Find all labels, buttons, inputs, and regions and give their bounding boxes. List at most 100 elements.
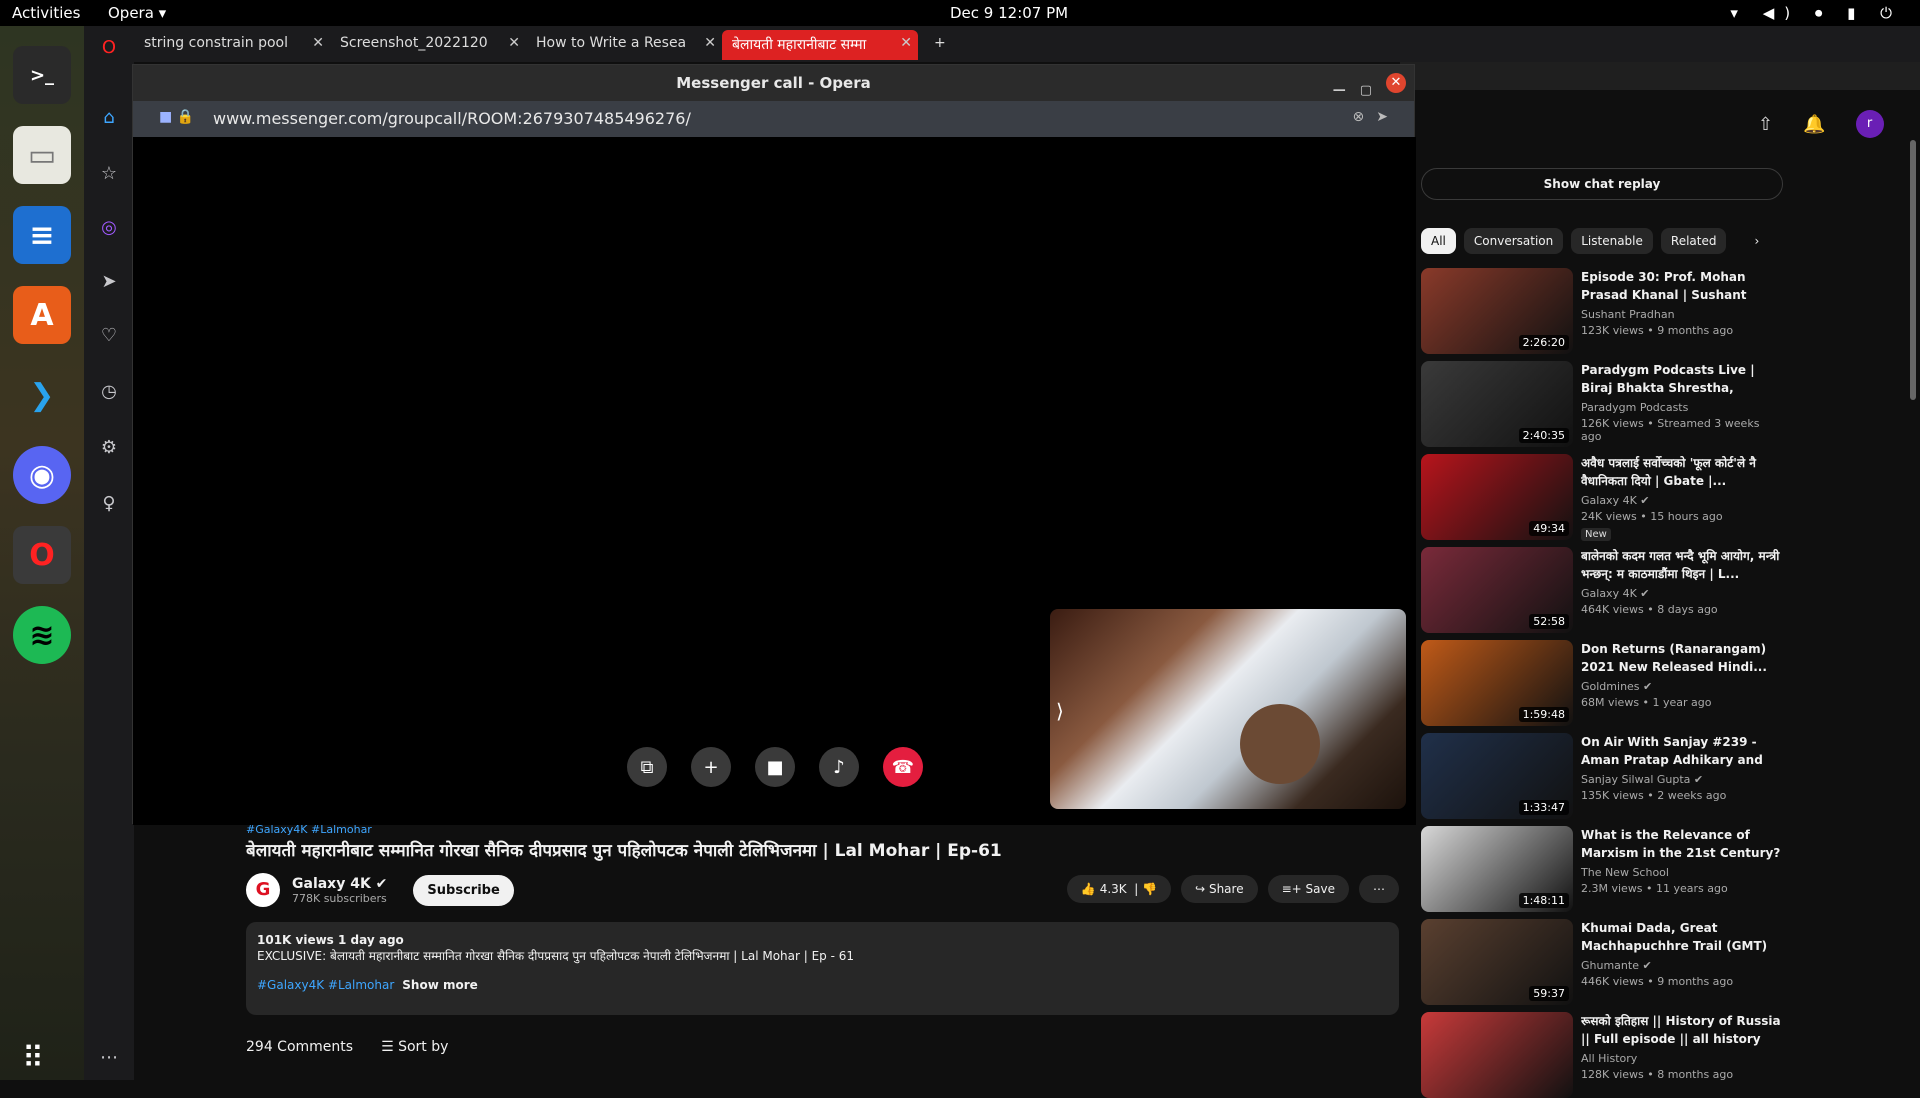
avatar[interactable]: r: [1855, 110, 1884, 138]
scrollbar[interactable]: [1910, 140, 1916, 400]
activities-button[interactable]: Activities: [12, 4, 80, 22]
app-grid-icon[interactable]: ⠿: [22, 1041, 62, 1081]
video-duration: 2:26:20: [1518, 335, 1569, 350]
subscribe-button[interactable]: Subscribe: [413, 874, 514, 906]
recommendation-title[interactable]: On Air With Sanjay #239 - Aman Pratap Ad…: [1581, 733, 1781, 769]
description-text: EXCLUSIVE: बेलायती महारानीबाट सम्मानित ग…: [257, 949, 855, 963]
sort-button[interactable]: ☰ Sort by: [381, 1039, 448, 1055]
channel-name[interactable]: Galaxy 4K ✔: [292, 876, 387, 892]
recommendation-title[interactable]: रूसको इतिहास || History of Russia || Ful…: [1581, 1012, 1781, 1048]
close-icon[interactable]: ✕: [312, 35, 324, 51]
end-call-icon[interactable]: ☎: [883, 747, 923, 787]
video-thumbnail[interactable]: 59:37: [1421, 919, 1573, 1005]
recommendation-channel: Ghumante ✔: [1581, 959, 1652, 972]
description-box[interactable]: 101K views 1 day ago EXCLUSIVE: बेलायती …: [246, 922, 1399, 1015]
show-chat-replay-button[interactable]: Show chat replay: [1421, 168, 1783, 200]
recommendation-title[interactable]: अवैध पत्रलाई सर्वोच्चको 'फूल कोर्ट'ले नै…: [1581, 454, 1781, 490]
video-thumbnail[interactable]: [1421, 1012, 1573, 1098]
video-camera-icon[interactable]: ■: [755, 747, 795, 787]
close-icon[interactable]: ✕: [704, 35, 716, 51]
recommendation-item[interactable]: 59:37 Khumai Dada, Great Machhapuchhre Tr…: [1421, 919, 1783, 1005]
more-actions-button[interactable]: ⋯: [1359, 875, 1399, 903]
address-actions[interactable]: ⊗➤: [1353, 109, 1400, 125]
microphone-icon[interactable]: ♪: [819, 747, 859, 787]
video-thumbnail[interactable]: 49:34: [1421, 454, 1573, 540]
new-tab-button[interactable]: +: [924, 30, 954, 60]
recommendation-item[interactable]: 1:59:48 Don Returns (Ranarangam) 2021 New…: [1421, 640, 1783, 726]
recommendation-title[interactable]: Don Returns (Ranarangam) 2021 New Releas…: [1581, 640, 1781, 676]
screen-share-icon[interactable]: ⧉: [627, 747, 667, 787]
share-label: Share: [1208, 882, 1244, 896]
description-tags[interactable]: #Galaxy4K #Lalmohar: [257, 978, 394, 992]
add-person-icon[interactable]: +: [691, 747, 731, 787]
recommendation-title[interactable]: Episode 30: Prof. Mohan Prasad Khanal | …: [1581, 268, 1781, 304]
save-button[interactable]: ≡+ Save: [1267, 875, 1349, 903]
clock[interactable]: Dec 9 12:07 PM: [950, 4, 1068, 22]
window-titlebar[interactable]: Messenger call - Opera — ▢ ✕: [133, 65, 1414, 101]
close-icon[interactable]: ✕: [1386, 73, 1406, 93]
video-thumbnail[interactable]: 1:48:11: [1421, 826, 1573, 912]
terminal-icon[interactable]: >_: [13, 46, 71, 104]
history-icon[interactable]: ◷: [97, 380, 121, 404]
chevron-right-icon[interactable]: ⟩: [1056, 699, 1064, 723]
recommendation-meta: 2.3M views • 11 years ago: [1581, 882, 1728, 895]
close-icon[interactable]: ✕: [508, 35, 520, 51]
opera-menu-icon[interactable]: O: [97, 36, 121, 60]
video-thumbnail[interactable]: 2:40:35: [1421, 361, 1573, 447]
recommendation-title[interactable]: बालेनको कदम गलत भन्दै भूमि आयोग, मन्त्री…: [1581, 547, 1781, 583]
chip-related[interactable]: Related: [1660, 228, 1727, 254]
video-duration: 1:59:48: [1518, 707, 1569, 722]
recommendation-title[interactable]: Paradygm Podcasts Live | Biraj Bhakta Sh…: [1581, 361, 1781, 397]
upload-icon[interactable]: ⇧: [1758, 114, 1773, 135]
close-icon[interactable]: ✕: [900, 35, 912, 51]
bell-icon[interactable]: 🔔: [1803, 114, 1825, 135]
send-icon[interactable]: ➤: [97, 270, 121, 294]
video-thumbnail[interactable]: 1:33:47: [1421, 733, 1573, 819]
vscode-icon[interactable]: ❯: [13, 366, 71, 424]
settings-icon[interactable]: ⚙: [97, 436, 121, 460]
recommendation-title[interactable]: Khumai Dada, Great Machhapuchhre Trail (…: [1581, 919, 1781, 955]
software-center-icon[interactable]: A: [13, 286, 71, 344]
app-menu[interactable]: Opera ▾: [108, 4, 166, 22]
heart-icon[interactable]: ♡: [97, 324, 121, 348]
video-thumbnail[interactable]: 2:26:20: [1421, 268, 1573, 354]
chevron-right-icon[interactable]: ›: [1748, 228, 1765, 254]
like-button[interactable]: 👍 4.3K | 👎: [1066, 875, 1172, 903]
chip-conversation[interactable]: Conversation: [1463, 228, 1564, 254]
opera-icon[interactable]: O: [13, 526, 71, 584]
recommendation-item[interactable]: रूसको इतिहास || History of Russia || Ful…: [1421, 1012, 1783, 1098]
self-camera-preview[interactable]: ⟩: [1050, 609, 1406, 809]
share-button[interactable]: ↪ Share: [1181, 875, 1258, 903]
tab[interactable]: string constrain pool ✕: [134, 30, 330, 60]
chip-listenable[interactable]: Listenable: [1571, 228, 1653, 254]
discord-icon[interactable]: ◉: [13, 446, 71, 504]
tab[interactable]: How to Write a Resea ✕: [526, 30, 722, 60]
star-icon[interactable]: ☆: [97, 162, 121, 186]
recommendation-item[interactable]: 49:34 अवैध पत्रलाई सर्वोच्चको 'फूल कोर्ट'…: [1421, 454, 1783, 541]
system-tray-icons[interactable]: ▾ ◀) ⏺ ▮ ⏻: [1730, 4, 1902, 22]
recommendation-title[interactable]: What is the Relevance of Marxism in the …: [1581, 826, 1781, 862]
spotify-icon[interactable]: ≋: [13, 606, 71, 664]
recommendation-meta: 24K views • 15 hours ago: [1581, 510, 1723, 523]
browser-toolbar: [1400, 62, 1920, 90]
tab-active[interactable]: बेलायती महारानीबाट सम्मा ✕: [722, 30, 918, 60]
video-thumbnail[interactable]: 52:58: [1421, 547, 1573, 633]
recommendation-item[interactable]: 52:58 बालेनको कदम गलत भन्दै भूमि आयोग, मन…: [1421, 547, 1783, 633]
bulb-icon[interactable]: ♀: [97, 492, 121, 516]
writer-icon[interactable]: ≡: [13, 206, 71, 264]
messenger-icon[interactable]: ◎: [97, 216, 121, 240]
address-bar[interactable]: ■ 🔒 www.messenger.com/groupcall/ROOM:267…: [133, 101, 1414, 137]
recommendation-item[interactable]: 1:33:47 On Air With Sanjay #239 - Aman Pr…: [1421, 733, 1783, 819]
files-icon[interactable]: ▭: [13, 126, 71, 184]
chip-all[interactable]: All: [1421, 228, 1456, 254]
channel-logo[interactable]: G: [246, 873, 280, 907]
recommendation-item[interactable]: 2:26:20 Episode 30: Prof. Mohan Prasad Kh…: [1421, 268, 1783, 354]
video-thumbnail[interactable]: 1:59:48: [1421, 640, 1573, 726]
tab[interactable]: Screenshot_2022120 ✕: [330, 30, 526, 60]
more-icon[interactable]: ⋯: [97, 1046, 121, 1070]
url-text[interactable]: www.messenger.com/groupcall/ROOM:2679307…: [213, 109, 691, 128]
home-icon[interactable]: ⌂: [97, 106, 121, 130]
show-more-button[interactable]: Show more: [402, 978, 478, 992]
recommendation-item[interactable]: 2:40:35 Paradygm Podcasts Live | Biraj Bh…: [1421, 361, 1783, 447]
recommendation-item[interactable]: 1:48:11 What is the Relevance of Marxism …: [1421, 826, 1783, 912]
